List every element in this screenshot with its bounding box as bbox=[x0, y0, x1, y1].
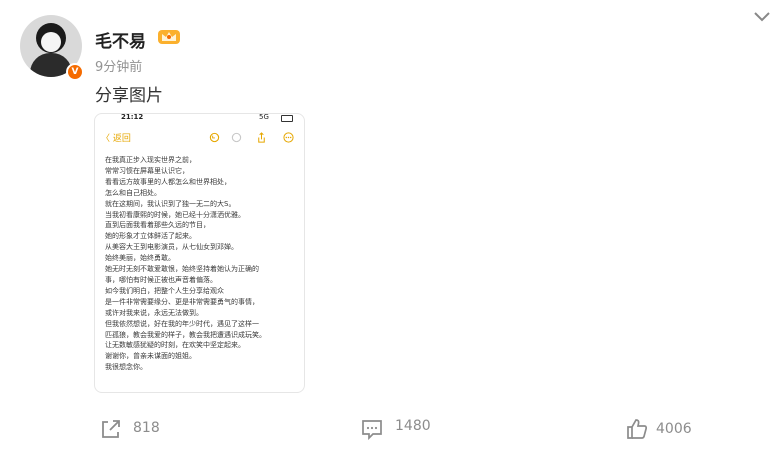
note-line: 或许对我来说，永远无法做到。 bbox=[105, 308, 203, 317]
comment-count: 1480 bbox=[395, 418, 431, 434]
note-line: 如今我们明白，把整个人生分享给观众 bbox=[105, 286, 224, 295]
share-icon bbox=[102, 420, 120, 438]
note-line: 在我真正步入现实世界之前， bbox=[105, 156, 196, 164]
author-name[interactable]: 毛不易 bbox=[95, 27, 146, 52]
note-line: 她的形象才立体鲜活了起来。 bbox=[105, 232, 196, 241]
phone-nav-bar: 〈 返回 bbox=[95, 130, 304, 146]
phone-back-label: 〈 返回 bbox=[101, 134, 131, 144]
note-line: 谢谢你，曾亲未谋面的姐姐。 bbox=[105, 352, 196, 361]
note-line: 她无时无刻不敢爱敢恨，始终坚持着她认为正确的 bbox=[105, 265, 259, 274]
vip-crown-icon bbox=[158, 30, 180, 44]
note-line: 常常习惯在屏幕里认识它， bbox=[105, 166, 189, 175]
note-line: 就在这期间，我认识到了独一无二的大S。 bbox=[105, 199, 236, 208]
note-line: 始终美丽，始终勇敢。 bbox=[105, 254, 175, 263]
redo-icon bbox=[231, 132, 242, 143]
author-avatar[interactable]: V bbox=[20, 15, 84, 81]
phone-clock: 21:12 bbox=[121, 113, 144, 121]
note-line: 让无数敏感犹疑的时刻，在欢笑中坚定起来。 bbox=[105, 341, 245, 350]
note-text: 在我真正步入现实世界之前， 常常习惯在屏幕里认识它， 看看远方故事里的人都怎么和… bbox=[105, 155, 298, 373]
post-image[interactable]: 21:12 5G 〈 返回 在我真正步入现实世界之前， 常常习惯在屏幕里认识它，… bbox=[94, 113, 305, 393]
note-line: 从美容大王到电影演员，从七仙女到邓婵。 bbox=[105, 243, 238, 252]
note-line: 看看远方故事里的人都怎么和世界相处， bbox=[105, 177, 231, 186]
battery-icon bbox=[281, 115, 293, 122]
note-line: 我很想念你。 bbox=[105, 363, 147, 372]
post-time[interactable]: 9分钟前 bbox=[95, 56, 142, 75]
comment-button[interactable]: 1480 bbox=[361, 418, 451, 440]
verified-badge-icon: V bbox=[66, 63, 84, 81]
note-line: 匹孤狼，教会我爱的样子，教会我把遭遇识成玩笑。 bbox=[105, 330, 266, 339]
undo-icon bbox=[209, 132, 220, 143]
phone-signal: 5G bbox=[259, 113, 269, 121]
like-icon bbox=[627, 419, 648, 439]
more-icon bbox=[283, 132, 294, 143]
chevron-down-icon[interactable] bbox=[752, 10, 772, 24]
share-count: 818 bbox=[133, 420, 160, 436]
share-button[interactable]: 818 bbox=[100, 418, 180, 440]
note-line: 直到后面我看着那些久远的节目， bbox=[105, 221, 210, 230]
note-line: 当我初看康熙的时候，她已经十分潇洒优雅。 bbox=[105, 210, 245, 219]
note-line: 但我依然想说，好在我的年少时代，遇见了这样一 bbox=[105, 319, 259, 328]
note-line: 怎么和自己相处。 bbox=[105, 188, 161, 197]
like-count: 4006 bbox=[656, 421, 692, 437]
post-text: 分享图片 bbox=[95, 86, 163, 106]
comment-icon bbox=[362, 420, 382, 440]
note-line: 是一件非常需要缘分、更是非常需要勇气的事情， bbox=[105, 297, 259, 306]
like-button[interactable]: 4006 bbox=[626, 418, 716, 440]
phone-status-bar: 21:12 5G bbox=[95, 114, 304, 124]
share-sheet-icon bbox=[258, 132, 265, 143]
note-line: 事，哪怕有时候正被也声音着偏落。 bbox=[105, 275, 217, 284]
